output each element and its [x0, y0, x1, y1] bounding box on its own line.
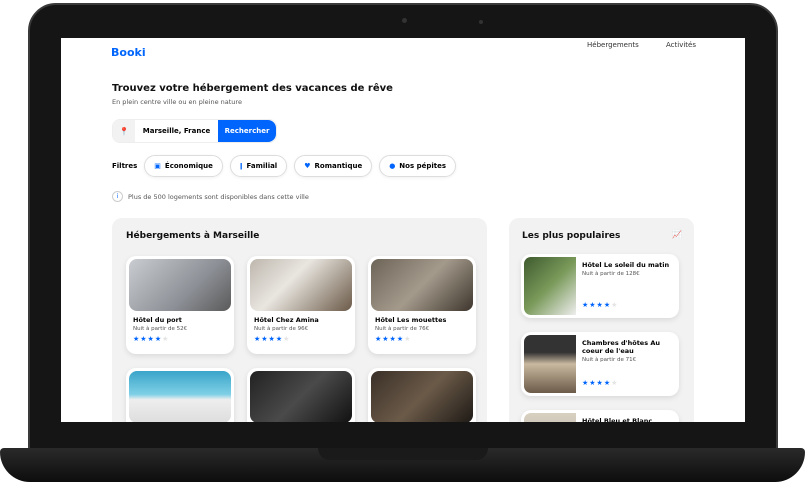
popular-card[interactable]: Chambres d'hôtes Au coeur de l'eau Nuit à…: [521, 332, 679, 396]
accommodations-title: Hébergements à Marseille: [126, 231, 260, 241]
nav-hebergements[interactable]: Hébergements: [587, 41, 639, 49]
camera-icon: [402, 18, 407, 23]
logo[interactable]: Booki: [111, 46, 146, 59]
laptop-notch: [318, 448, 488, 460]
hotel-price: Nuit à partir de 52€: [133, 326, 188, 332]
popular-card[interactable]: Hôtel Bleu et Blanc★★★★★: [521, 410, 679, 422]
accommodation-card[interactable]: Hôtel Les mouettes Nuit à partir de 76€ ★★…: [368, 256, 476, 354]
info-message: i Plus de 500 logements sont disponibles …: [112, 191, 309, 202]
hotel-name: Hôtel Le soleil du matin: [582, 261, 670, 269]
filter-romantique[interactable]: ♥ Romantique: [294, 155, 373, 177]
hotel-photo: [250, 371, 352, 422]
filter-label: Économique: [164, 162, 213, 170]
filter-economique[interactable]: ▣ Économique: [144, 155, 223, 177]
hotel-photo: [524, 335, 576, 393]
hotel-price: Nuit à partir de 96€: [254, 326, 309, 332]
page-subtitle: En plein centre ville ou en pleine natur…: [112, 98, 242, 106]
hotel-name: Chambres d'hôtes Au coeur de l'eau: [582, 339, 660, 355]
accommodation-card[interactable]: ★★★★★: [247, 368, 355, 422]
hotel-name: Hôtel du port: [133, 316, 182, 324]
hotel-name: Hôtel Bleu et Blanc: [582, 417, 653, 422]
rating-stars: ★★★★★: [375, 335, 412, 343]
filters-label: Filtres: [112, 162, 138, 170]
hotel-photo: [371, 371, 473, 422]
hotel-price: Nuit à partir de 76€: [375, 326, 430, 332]
map-pin-icon: 📍: [113, 120, 135, 142]
rating-stars: ★★★★★: [582, 301, 619, 309]
hotel-photo: [371, 259, 473, 311]
heart-icon: ♥: [304, 162, 311, 170]
filter-pepites[interactable]: ● Nos pépites: [379, 155, 456, 177]
hotel-photo: [524, 257, 576, 315]
child-icon: ǀ: [239, 162, 243, 170]
filter-label: Romantique: [314, 162, 363, 170]
chart-icon: 📈: [672, 230, 682, 239]
popular-title: Les plus populaires: [522, 231, 621, 241]
browser-screen: Booki Hébergements Activités Trouvez vot…: [61, 38, 745, 422]
accommodation-card[interactable]: ★★★★★: [368, 368, 476, 422]
accommodation-card[interactable]: ★★★★★: [126, 368, 234, 422]
hotel-photo: [250, 259, 352, 311]
accommodation-card[interactable]: Hôtel Chez Amina Nuit à partir de 96€ ★★★★…: [247, 256, 355, 354]
popular-card[interactable]: Hôtel Le soleil du matin Nuit à partir de…: [521, 254, 679, 318]
filter-familial[interactable]: ǀ Familial: [229, 155, 288, 177]
accommodation-card[interactable]: Hôtel du port Nuit à partir de 52€ ★★★★★: [126, 256, 234, 354]
search-bar: 📍 Marseille, France Rechercher: [112, 119, 277, 143]
page-title: Trouvez votre hébergement des vacances d…: [112, 83, 393, 94]
rating-stars: ★★★★★: [133, 335, 170, 343]
money-icon: ▣: [154, 162, 161, 170]
hotel-name: Hôtel Les mouettes: [375, 316, 447, 324]
hotel-price: Nuit à partir de 71€: [582, 357, 637, 363]
rating-stars: ★★★★★: [254, 335, 291, 343]
info-text: Plus de 500 logements sont disponibles d…: [128, 192, 309, 201]
filters: Filtres ▣ Économique ǀ Familial ♥ Romantiqu…: [112, 155, 456, 177]
hotel-photo: [524, 413, 576, 422]
filter-label: Familial: [246, 162, 278, 170]
hotel-photo: [129, 259, 231, 311]
popular-panel: Les plus populaires 📈 Hôtel Le soleil du…: [509, 218, 694, 422]
nav-activites[interactable]: Activités: [666, 41, 696, 49]
filter-label: Nos pépites: [399, 162, 446, 170]
info-icon: i: [112, 191, 123, 202]
rating-stars: ★★★★★: [582, 379, 619, 387]
search-input[interactable]: Marseille, France: [135, 120, 218, 142]
hotel-price: Nuit à partir de 128€: [582, 271, 640, 277]
gem-icon: ●: [389, 162, 396, 170]
hotel-name: Hôtel Chez Amina: [254, 316, 319, 324]
accommodations-panel: Hébergements à Marseille Hôtel du port Nu…: [112, 218, 487, 422]
hotel-photo: [129, 371, 231, 422]
sensor-icon: [479, 20, 483, 24]
search-button[interactable]: Rechercher: [218, 120, 276, 142]
